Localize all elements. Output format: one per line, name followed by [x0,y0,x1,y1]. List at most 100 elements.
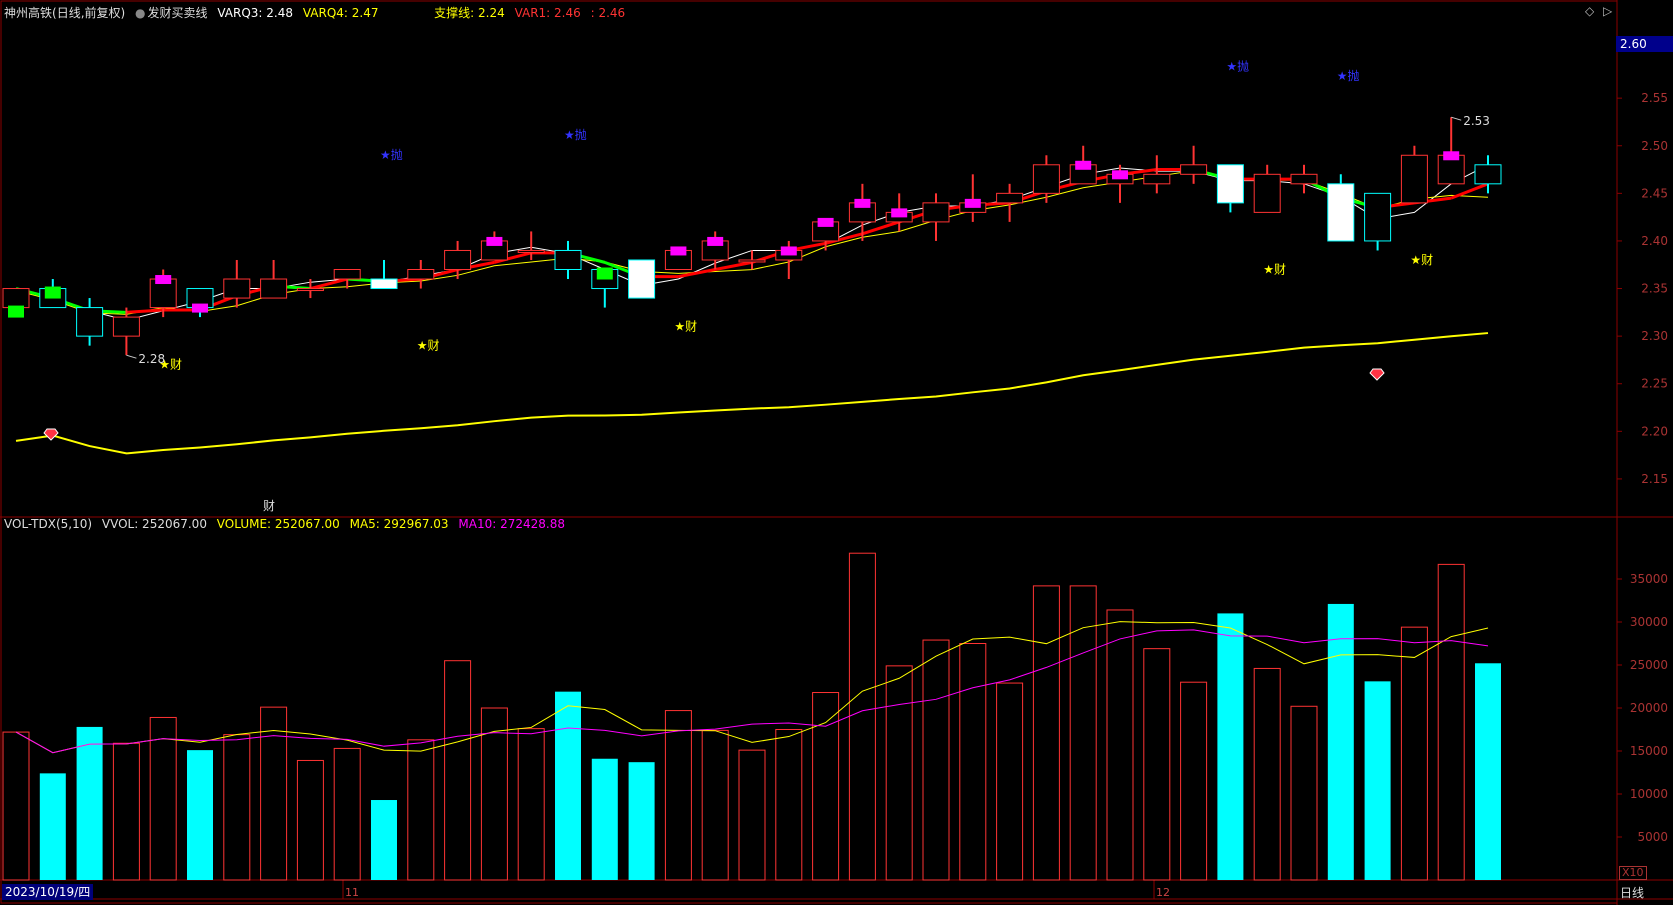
indicator-name[interactable]: 发财买卖线 [148,6,208,20]
candle-up [1253,173,1281,213]
ma5-value: MA5: 292967.03 [349,517,449,531]
candle-up [112,316,140,337]
signal-marker-buy [817,217,834,227]
low-pointer [126,354,137,359]
signal-marker-buy [1112,170,1128,180]
buy-signal-star: ★财 [1263,262,1286,276]
volume-bar-up [848,552,876,881]
sell-signal-star: ★抛 [380,147,403,162]
vol-indicator-name[interactable]: VOL-TDX(5,10) [4,517,92,531]
support-value: 支撑线: 2.24 [434,6,505,20]
candle-down [628,259,656,299]
volume-bar-down [1217,613,1244,880]
volume-bar-up [333,747,361,881]
volume-header: VOL-TDX(5,10) VVOL: 252067.00 VOLUME: 25… [4,517,571,533]
signal-marker-buy [707,236,724,246]
vol-unit-badge: X10 [1619,866,1647,880]
bottom-signal-label: 财 [263,499,275,513]
vol-axis-label: 5000 [1637,830,1668,844]
candle-up [517,249,545,253]
current-price-box: 2.60 [1616,36,1673,52]
signal-marker-buy [891,208,908,218]
candle-down [370,278,398,290]
volume-bar-up [1032,585,1060,881]
signal-marker-buy [486,236,503,246]
sell-signal-star: ★抛 [1337,68,1360,83]
volume-bar-up [1290,705,1318,881]
period-selector[interactable]: 日线 [1620,884,1644,901]
trend-up-segment [714,260,753,271]
volume-bar-up [812,692,840,881]
chart-stage: 2.55 2.50 2.45 2.40 2.35 2.30 2.25 2.20 2.15 3500… [0,0,1673,905]
candle-up [296,288,324,292]
volume-bar-up [444,660,472,881]
diamond-icon[interactable]: ◇ [1585,4,1594,18]
volume-bar-down [1327,603,1354,880]
indicator-gear-icon[interactable]: ● [135,6,145,20]
high-price-label: 2.53 [1463,114,1490,128]
volume-bar-up [959,643,987,881]
var2-value: : 2.46 [590,6,626,20]
volume-bar-down [555,691,581,880]
candle-up [1400,154,1428,204]
high-pointer [1451,116,1462,121]
candle-down [1474,164,1502,185]
price-axis-label: 2.50 [1641,139,1668,153]
volume-bar-up [701,729,729,881]
volume-bar-down [628,762,655,880]
candle-up [223,278,251,299]
support-line [15,332,1489,455]
volume-bar-down [1364,681,1391,880]
volume-bar-up [1069,585,1097,881]
vvol-value: VVOL: 252067.00 [101,517,207,531]
candle-up [333,269,361,280]
signal-marker-buy [854,198,871,208]
chevron-right-icon[interactable]: ▷ [1603,4,1612,18]
volume-bar-up [517,728,545,881]
candle-up [407,269,435,280]
volume-bar-down [1475,663,1501,880]
volume-bar-up [223,734,251,881]
volume-bar-up [885,665,913,881]
volume-bar-up [1253,667,1281,881]
volume-bar-up [1400,626,1428,881]
cursor-date-box: 2023/10/19/四 [2,884,93,900]
buy-signal-star: ★财 [159,358,182,372]
vol-axis-label: 35000 [1630,572,1668,586]
candle-up [922,202,950,223]
candle-down [554,249,582,270]
price-axis-label: 2.55 [1641,91,1668,105]
vol-axis-label: 20000 [1630,701,1668,715]
signal-marker-buy [1075,160,1092,170]
candle-up [2,288,30,309]
month-label-12: 12 [1156,886,1170,899]
volume-bar-up [149,716,177,881]
varq3-value: VARQ3: 2.48 [217,6,294,20]
buy-signal-star: ★财 [417,338,440,352]
volume-bar-up [775,729,803,881]
month-label-11: 11 [345,886,359,899]
volume-bar-up [260,706,288,881]
signal-marker-buy [192,303,208,313]
stock-title[interactable]: 神州高铁 [4,6,52,20]
signal-marker-sell [596,267,613,280]
candle-up [1032,164,1060,194]
vol-axis-label: 15000 [1630,744,1668,758]
price-axis-label: 2.20 [1641,424,1668,438]
volume-bar-down [591,758,618,880]
volume-bar-up [296,759,324,881]
volume-bar-up [996,682,1024,881]
candle-down [1364,192,1392,242]
volume-bar-up [2,731,30,881]
volume-value: VOLUME: 252067.00 [216,517,340,531]
volume-bar-up [407,739,435,881]
signal-marker-buy [780,246,797,256]
candle-up [260,278,288,299]
signal-marker-buy [964,198,981,208]
price-axis-label: 2.40 [1641,234,1668,248]
price-axis-label: 2.25 [1641,377,1668,391]
candle-down [1327,183,1355,242]
stock-mode: (日线,前复权) [52,6,126,20]
volume-bar-up [664,710,692,881]
candle-up [1180,164,1208,175]
